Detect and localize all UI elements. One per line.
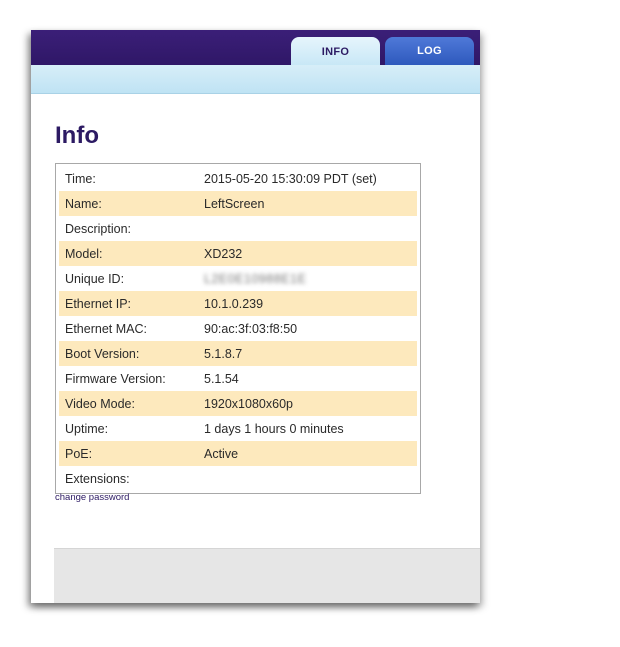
- page-title: Info: [55, 122, 99, 149]
- row-name: Name: LeftScreen: [59, 191, 417, 216]
- header-bar: INFO LOG: [31, 30, 480, 66]
- row-poe: PoE: Active: [59, 441, 417, 466]
- row-label: Time:: [65, 171, 96, 186]
- row-uptime: Uptime: 1 days 1 hours 0 minutes: [59, 416, 417, 441]
- row-value: 2015-05-20 15:30:09 PDT (set): [200, 172, 417, 186]
- row-value: LeftScreen: [204, 196, 265, 211]
- row-label: Ethernet MAC:: [65, 321, 147, 336]
- row-label: Extensions:: [65, 471, 130, 486]
- set-time-link[interactable]: (set): [352, 172, 377, 186]
- browser-page: INFO LOG Info Time: 2015-05-20 15:30:09 …: [31, 30, 480, 603]
- row-ethernet-mac: Ethernet MAC: 90:ac:3f:03:f8:50: [59, 316, 417, 341]
- row-label: Unique ID:: [65, 271, 125, 286]
- footer-bar: [54, 548, 480, 603]
- row-value: 90:ac:3f:03:f8:50: [204, 321, 298, 336]
- tab-log[interactable]: LOG: [385, 37, 474, 65]
- row-value: 1920x1080x60p: [204, 396, 293, 411]
- row-firmware-version: Firmware Version: 5.1.54: [59, 366, 417, 391]
- info-table: Time: 2015-05-20 15:30:09 PDT (set) Name…: [55, 163, 421, 494]
- row-video-mode: Video Mode: 1920x1080x60p: [59, 391, 417, 416]
- row-label: PoE:: [65, 446, 93, 461]
- row-extensions: Extensions:: [59, 466, 417, 491]
- row-label: Video Mode:: [65, 396, 135, 411]
- row-label: Boot Version:: [65, 346, 140, 361]
- tab-info-label: INFO: [321, 45, 350, 58]
- row-label: Model:: [65, 246, 103, 261]
- row-value: 5.1.54: [204, 371, 239, 386]
- tab-info[interactable]: INFO: [291, 37, 380, 66]
- row-label: Name:: [65, 196, 102, 211]
- row-ethernet-ip: Ethernet IP: 10.1.0.239: [59, 291, 417, 316]
- row-label: Firmware Version:: [65, 371, 166, 386]
- sub-header-bar: [31, 65, 480, 94]
- row-label: Uptime:: [65, 421, 109, 436]
- row-label: Description:: [65, 221, 131, 236]
- row-value: 10.1.0.239: [204, 296, 264, 311]
- row-unique-id: Unique ID: L2E0E10988E1E: [59, 266, 417, 291]
- row-description: Description:: [59, 216, 417, 241]
- row-value: 1 days 1 hours 0 minutes: [204, 421, 344, 436]
- time-value: 2015-05-20 15:30:09 PDT: [204, 171, 349, 186]
- row-value: 5.1.8.7: [204, 346, 243, 361]
- change-password-link[interactable]: change password: [55, 492, 129, 503]
- row-boot-version: Boot Version: 5.1.8.7: [59, 341, 417, 366]
- row-time: Time: 2015-05-20 15:30:09 PDT (set): [59, 166, 417, 191]
- row-value: Active: [204, 446, 239, 461]
- row-value: L2E0E10988E1E: [200, 272, 417, 286]
- row-model: Model: XD232: [59, 241, 417, 266]
- row-label: Ethernet IP:: [65, 296, 132, 311]
- row-value: XD232: [204, 246, 243, 261]
- unique-id-value: L2E0E10988E1E: [204, 271, 307, 286]
- tab-log-label: LOG: [417, 45, 442, 57]
